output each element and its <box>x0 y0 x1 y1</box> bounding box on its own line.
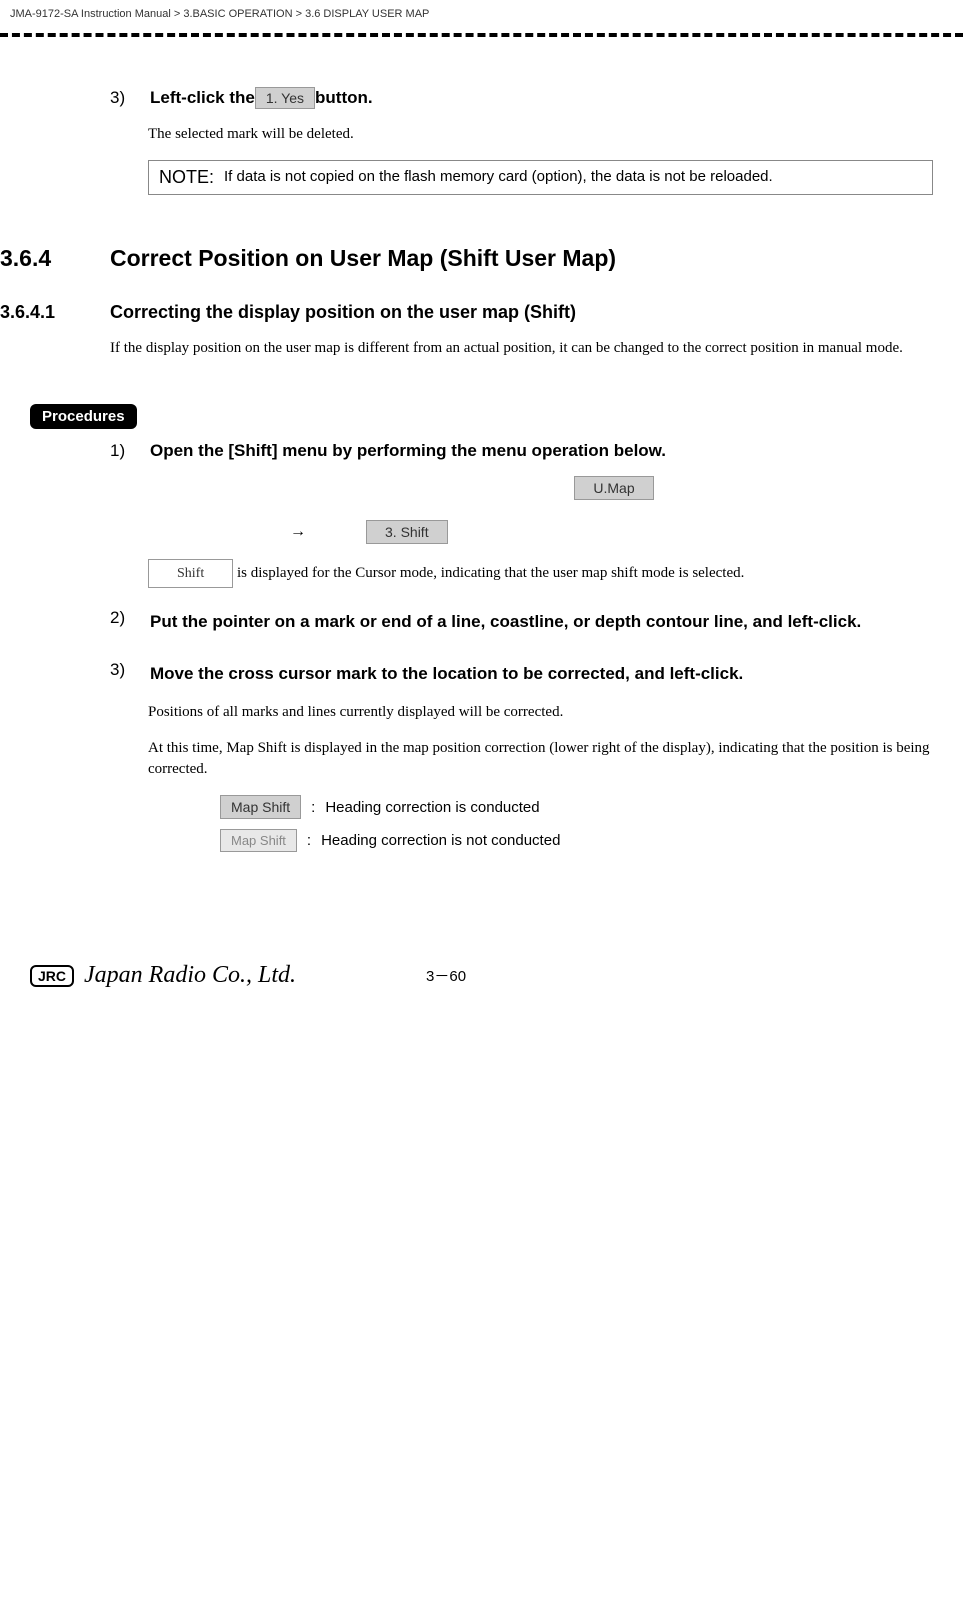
umap-button-row: U.Map <box>295 476 933 500</box>
subsection-num: 3.6.4.1 <box>0 302 110 323</box>
mapshift-inactive-button: Map Shift <box>220 829 297 852</box>
subsection-body: If the display position on the user map … <box>110 338 933 359</box>
step-text-suffix: button. <box>315 88 373 108</box>
step-text: Open the [Shift] menu by performing the … <box>150 441 666 461</box>
step3-body2: At this time, Map Shift is displayed in … <box>148 738 933 780</box>
note-box: NOTE: If data is not copied on the flash… <box>148 160 933 195</box>
step-num: 1) <box>110 441 135 461</box>
yes-button: 1. Yes <box>255 87 315 109</box>
step-1: 1) Open the [Shift] menu by performing t… <box>110 441 933 461</box>
step-text: Move the cross cursor mark to the locati… <box>150 660 743 687</box>
legend-active-text: Heading correction is conducted <box>325 799 539 816</box>
arrow-icon: → <box>290 523 306 541</box>
legend-inactive: Map Shift : Heading correction is not co… <box>220 829 933 852</box>
jrc-logo: JRC <box>30 965 74 987</box>
shift-text: is displayed for the Cursor mode, indica… <box>237 565 744 581</box>
arrow-row: → 3. Shift <box>290 520 933 544</box>
shift-menu-button: 3. Shift <box>366 520 448 544</box>
step-num: 3) <box>110 88 135 108</box>
section-heading: 3.6.4 Correct Position on User Map (Shif… <box>0 245 933 272</box>
step-text-prefix: Left-click the <box>150 88 255 108</box>
procedures-badge: Procedures <box>30 404 137 429</box>
subsection-title: Correcting the display position on the u… <box>110 302 576 323</box>
colon: : <box>311 799 315 816</box>
umap-button: U.Map <box>574 476 653 500</box>
main-content: 3) Left-click the 1. Yes button. The sel… <box>0 87 963 852</box>
legend-inactive-text: Heading correction is not conducted <box>321 832 560 849</box>
breadcrumb: JMA-9172-SA Instruction Manual > 3.BASIC… <box>0 0 963 28</box>
shift-button: Shift <box>148 559 233 588</box>
step-num: 3) <box>110 660 135 680</box>
step-3: 3) Move the cross cursor mark to the loc… <box>110 660 933 687</box>
dashed-divider <box>0 33 963 37</box>
note-text: If data is not copied on the flash memor… <box>224 167 773 188</box>
step-num: 2) <box>110 608 135 628</box>
mapshift-active-button: Map Shift <box>220 795 301 819</box>
selected-mark-text: The selected mark will be deleted. <box>148 124 933 145</box>
section-num: 3.6.4 <box>0 245 110 272</box>
page-number: 3－60 <box>426 965 466 986</box>
company-name: Japan Radio Co., Ltd. <box>84 962 296 989</box>
section-title: Correct Position on User Map (Shift User… <box>110 245 616 272</box>
subsection-heading: 3.6.4.1 Correcting the display position … <box>0 302 933 323</box>
shift-desc: Shift is displayed for the Cursor mode, … <box>148 559 933 588</box>
step-3a: 3) Left-click the 1. Yes button. <box>110 87 933 109</box>
step-2: 2) Put the pointer on a mark or end of a… <box>110 608 933 635</box>
step3-body1: Positions of all marks and lines current… <box>148 702 933 723</box>
note-label: NOTE: <box>159 167 214 188</box>
colon: : <box>307 832 311 849</box>
legend-active: Map Shift : Heading correction is conduc… <box>220 795 933 819</box>
step-text: Put the pointer on a mark or end of a li… <box>150 608 861 635</box>
footer: JRC Japan Radio Co., Ltd. 3－60 <box>0 952 963 999</box>
